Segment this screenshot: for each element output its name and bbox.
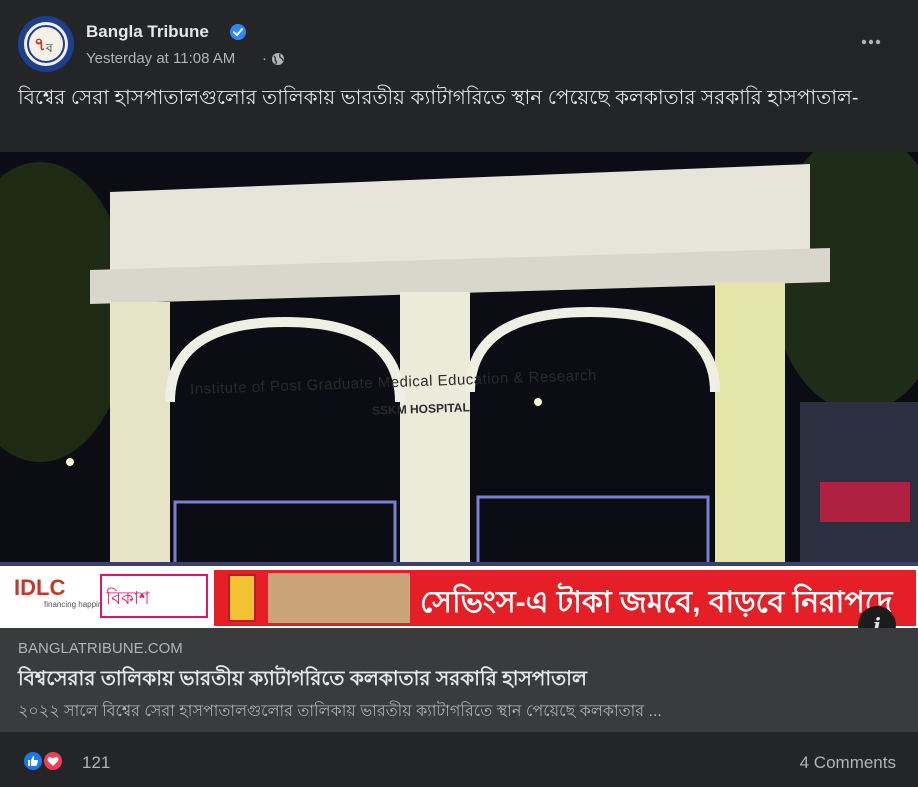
separator: · (262, 50, 267, 67)
idlc-logo: IDLC (14, 575, 66, 600)
love-reaction-icon[interactable] (42, 750, 64, 772)
hospital-gate-photo (0, 152, 918, 628)
verified-badge-icon (230, 24, 246, 40)
ad-people-photo (268, 573, 410, 623)
reaction-count[interactable]: 121 (82, 753, 110, 773)
more-options-icon[interactable] (856, 26, 886, 56)
ad-stamp-image (228, 574, 256, 622)
svg-text:ব: ব (45, 41, 53, 55)
bkash-logo: বিকাশ (106, 588, 150, 608)
post-timestamp[interactable]: Yesterday at 11:08 AM (86, 50, 235, 67)
svg-text:৭: ৭ (34, 34, 46, 55)
like-reaction-icon[interactable] (22, 750, 44, 772)
globe-icon[interactable] (271, 52, 285, 66)
ad-slogan: সেভিংস-এ টাকা জমবে, বাড়বে নিরাপদে (420, 586, 893, 619)
comments-count[interactable]: 4 Comments (800, 753, 896, 773)
link-title[interactable]: বিশ্বসেরার তালিকায় ভারতীয় ক্যাটাগরিতে … (18, 664, 587, 697)
post-image[interactable]: Institute of Post Graduate Medical Educa… (0, 152, 918, 628)
link-domain[interactable]: BANGLATRIBUNE.COM (18, 640, 183, 657)
page-avatar[interactable]: ৭ ব (18, 16, 74, 72)
avatar-logo: ৭ ব (24, 22, 68, 66)
facebook-post: ৭ ব Bangla Tribune Yesterday at 11:08 AM… (0, 0, 918, 787)
page-name[interactable]: Bangla Tribune (86, 22, 209, 42)
link-description[interactable]: ২০২২ সালে বিশ্বের সেরা হাসপাতালগুলোর তাল… (18, 698, 878, 725)
post-text: বিশ্বের সেরা হাসপাতালগুলোর তালিকায় ভারত… (18, 87, 859, 109)
